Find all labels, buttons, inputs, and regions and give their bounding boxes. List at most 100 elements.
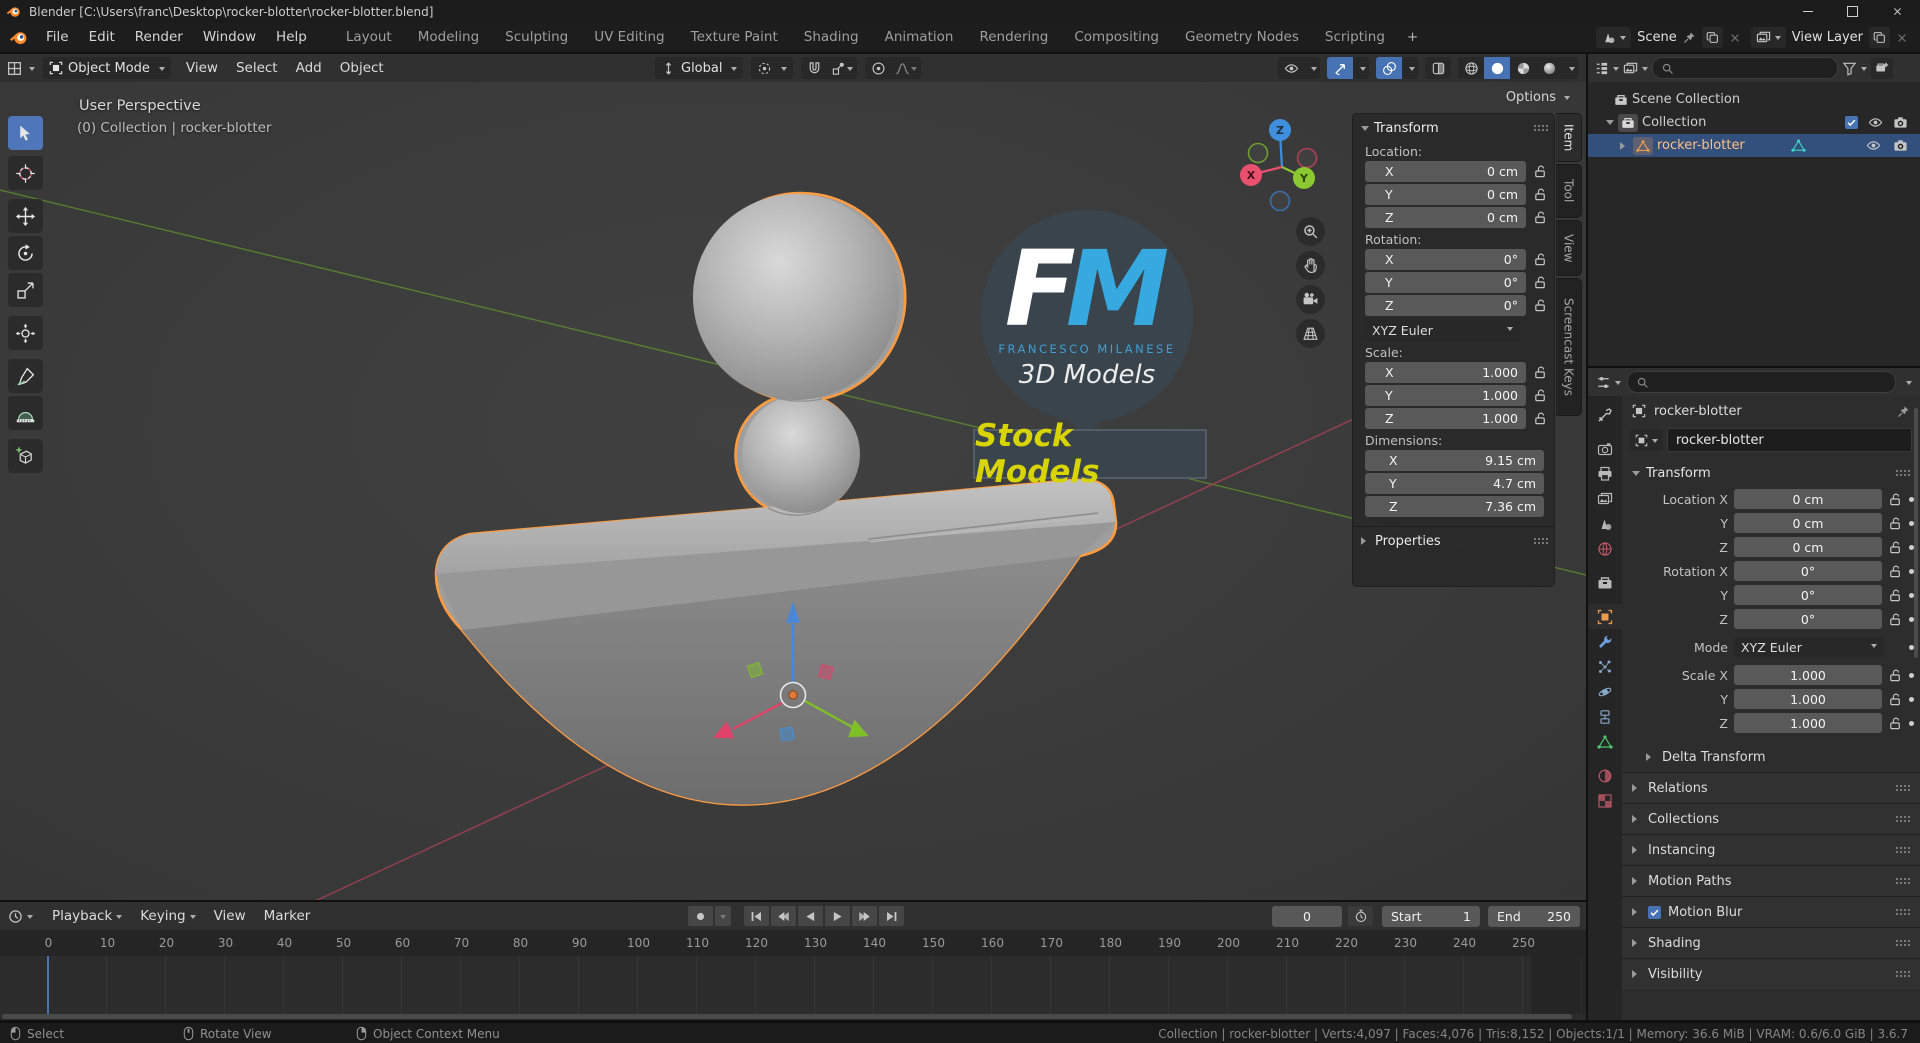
menu-item[interactable]: Window xyxy=(193,23,266,52)
tab-scene[interactable] xyxy=(1588,511,1622,536)
workspace-tab[interactable]: UV Editing xyxy=(581,23,677,52)
panel-grip[interactable] xyxy=(1895,846,1910,854)
viewport-3d[interactable]: User Perspective (0) Collection | rocker… xyxy=(0,82,1586,900)
workspace-tab[interactable]: Modeling xyxy=(405,23,492,52)
proportional-edit-toggle[interactable] xyxy=(865,57,892,79)
tool-rotate[interactable] xyxy=(8,236,43,270)
panel-grip[interactable] xyxy=(1895,970,1910,978)
shading-rendered-button[interactable] xyxy=(1536,57,1562,79)
auto-key-dropdown[interactable] xyxy=(715,906,731,926)
transform-value-field[interactable]: 0 cm xyxy=(1734,513,1882,533)
workspace-tab[interactable]: Rendering xyxy=(966,23,1061,52)
show-gizmo-visibility-button[interactable] xyxy=(1278,57,1304,79)
lock-open-icon[interactable] xyxy=(1533,164,1548,179)
camera-view-button[interactable] xyxy=(1296,285,1325,314)
properties-filter-dropdown[interactable] xyxy=(1906,380,1912,388)
timeline-editor-type-button[interactable] xyxy=(8,909,33,924)
dimension-field[interactable]: Y 4.7 cm xyxy=(1365,473,1544,494)
panel-grip[interactable] xyxy=(1895,469,1910,477)
motion-blur-checkbox[interactable] xyxy=(1648,905,1661,919)
tool-measure[interactable] xyxy=(8,396,43,430)
viewport-menu-item[interactable]: Object xyxy=(331,60,393,76)
transform-value-field[interactable]: 0° xyxy=(1734,609,1882,629)
next-keyframe-button[interactable] xyxy=(852,906,877,926)
tab-constraints[interactable] xyxy=(1588,704,1622,729)
properties-scrollbar[interactable] xyxy=(1914,408,1918,658)
snap-toggle[interactable] xyxy=(801,57,828,79)
hide-eye-icon[interactable] xyxy=(1868,115,1883,130)
tab-item[interactable]: Item xyxy=(1556,113,1582,162)
lock-open-icon[interactable] xyxy=(1533,388,1548,403)
play-button[interactable] xyxy=(825,906,850,926)
menu-item[interactable]: Edit xyxy=(79,23,125,52)
object-name-field[interactable]: rocker-blotter xyxy=(1667,428,1912,452)
workspace-tab[interactable]: Texture Paint xyxy=(678,23,791,52)
unlink-scene-icon[interactable] xyxy=(1729,32,1741,44)
menu-item[interactable]: Render xyxy=(125,23,193,52)
shading-solid-button[interactable] xyxy=(1484,57,1510,79)
navigation-gizmo[interactable]: Z X Y xyxy=(1225,112,1335,222)
prev-keyframe-button[interactable] xyxy=(771,906,796,926)
tab-tool-properties[interactable] xyxy=(1588,402,1622,427)
gizmo-plane-xy[interactable] xyxy=(779,726,795,742)
mode-dropdown[interactable]: Object Mode xyxy=(43,57,171,79)
location-field[interactable]: Y0 cm xyxy=(1365,184,1526,205)
view-menu[interactable]: View xyxy=(205,908,255,924)
transform-section-header[interactable]: Transform xyxy=(1622,460,1920,486)
gizmo-plane-yz[interactable] xyxy=(818,664,834,680)
outliner-display-mode-button[interactable] xyxy=(1623,61,1648,76)
workspace-tab[interactable]: Shading xyxy=(791,23,872,52)
breadcrumb-object[interactable]: rocker-blotter xyxy=(1654,404,1742,419)
preview-range-button[interactable] xyxy=(1348,906,1373,926)
lock-open-icon[interactable] xyxy=(1888,588,1903,603)
dimension-field[interactable]: X 9.15 cm xyxy=(1365,450,1544,471)
menu-item[interactable]: Help xyxy=(266,23,317,52)
tab-render[interactable] xyxy=(1588,436,1622,461)
lock-open-icon[interactable] xyxy=(1533,298,1548,313)
ortho-toggle-button[interactable] xyxy=(1296,319,1325,348)
lock-open-icon[interactable] xyxy=(1888,492,1903,507)
delta-transform-header[interactable]: Delta Transform xyxy=(1622,742,1920,772)
viewport-menu-item[interactable]: View xyxy=(177,60,227,76)
tool-annotate[interactable] xyxy=(8,359,43,393)
new-scene-button[interactable] xyxy=(1701,27,1723,48)
lock-open-icon[interactable] xyxy=(1888,540,1903,555)
overlays-toggle[interactable] xyxy=(1376,57,1402,79)
scale-field[interactable]: Z 1.000 xyxy=(1365,408,1526,429)
animate-dot[interactable] xyxy=(1909,720,1914,726)
minimize-button[interactable] xyxy=(1785,0,1830,23)
collapsed-section[interactable]: Relations xyxy=(1622,772,1920,803)
collection-checkbox[interactable] xyxy=(1845,116,1858,129)
tab-view[interactable]: View xyxy=(1556,220,1582,276)
lock-open-icon[interactable] xyxy=(1888,612,1903,627)
start-frame-field[interactable]: Start 1 xyxy=(1382,905,1480,927)
lock-open-icon[interactable] xyxy=(1533,365,1548,380)
workspace-tab[interactable]: Animation xyxy=(872,23,967,52)
tab-particles[interactable] xyxy=(1588,654,1622,679)
outliner-row-collection[interactable]: Collection xyxy=(1588,111,1920,134)
scale-field[interactable]: Y 1.000 xyxy=(1365,385,1526,406)
tab-world[interactable] xyxy=(1588,536,1622,561)
current-frame-field[interactable]: 0 xyxy=(1272,905,1342,927)
new-view-layer-button[interactable] xyxy=(1869,27,1890,48)
rotation-field[interactable]: Z 0° xyxy=(1365,295,1526,316)
viewport-menu-item[interactable]: Select xyxy=(227,60,287,76)
timeline-track-area[interactable] xyxy=(0,956,1586,1014)
scale-value-field[interactable]: 1.000 xyxy=(1734,665,1882,685)
lock-open-icon[interactable] xyxy=(1888,716,1903,731)
disable-render-camera-icon[interactable] xyxy=(1893,138,1908,153)
tab-object[interactable] xyxy=(1588,604,1622,629)
zoom-button[interactable] xyxy=(1296,217,1325,246)
workspace-tab[interactable]: Geometry Nodes xyxy=(1172,23,1312,52)
lock-open-icon[interactable] xyxy=(1888,668,1903,683)
disclosure-expanded-icon[interactable] xyxy=(1606,120,1614,129)
panel-grip[interactable] xyxy=(1533,537,1548,545)
scene-browse-button[interactable] xyxy=(1596,27,1632,48)
auto-keyframe-button[interactable] xyxy=(688,906,713,926)
tab-texture[interactable] xyxy=(1588,788,1622,813)
lock-open-icon[interactable] xyxy=(1533,275,1548,290)
tab-collection-properties[interactable] xyxy=(1588,570,1622,595)
scale-value-field[interactable]: 1.000 xyxy=(1734,713,1882,733)
remove-view-layer-icon[interactable] xyxy=(1896,32,1908,44)
playback-menu[interactable]: Playback xyxy=(43,908,131,924)
